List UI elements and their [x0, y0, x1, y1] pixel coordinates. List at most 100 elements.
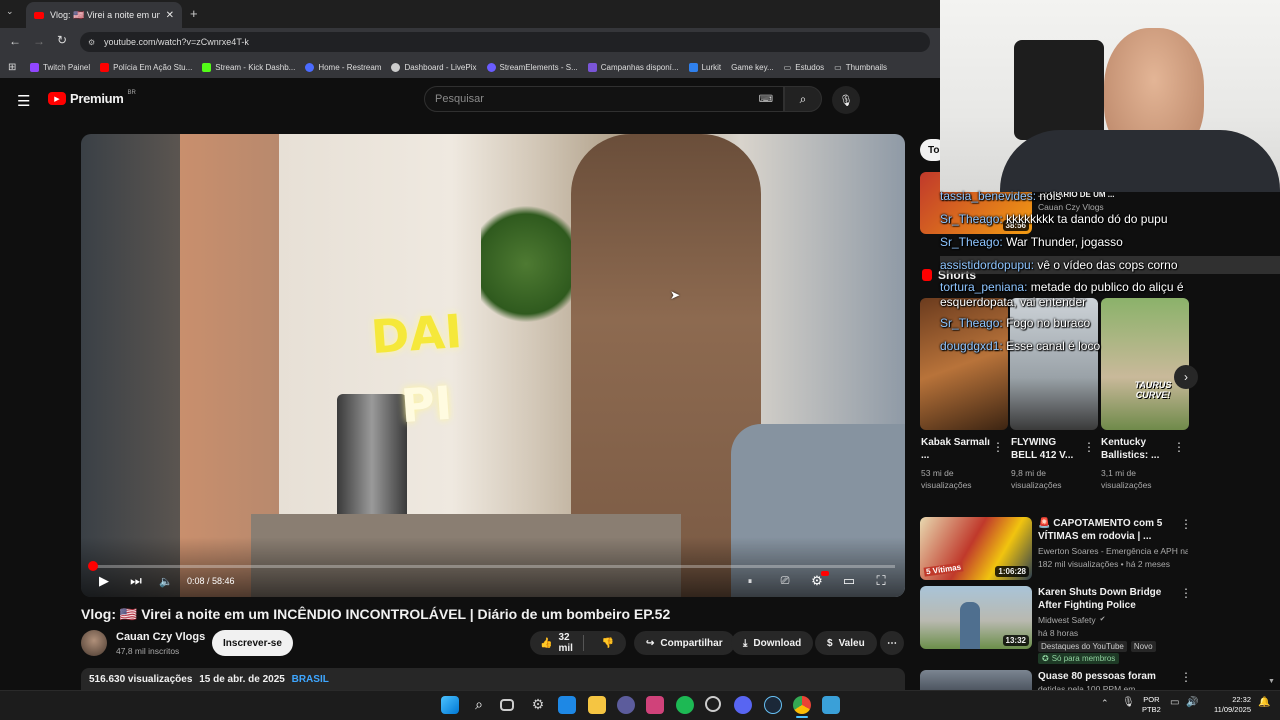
- tray-mic-icon[interactable]: 🎙: [1122, 697, 1135, 708]
- channel-name[interactable]: Cauan Czy Vlogs: [116, 631, 205, 643]
- tab-list-button[interactable]: ⌄: [6, 6, 20, 20]
- video-menu-2[interactable]: ⋮: [1180, 586, 1192, 600]
- more-actions-button[interactable]: ⋯: [880, 631, 904, 655]
- voice-search-button[interactable]: 🎙: [832, 86, 860, 114]
- tray-network-icon[interactable]: ▭: [1170, 697, 1179, 708]
- video-title-2[interactable]: Karen Shuts Down Bridge After Fighting P…: [1038, 586, 1176, 612]
- youtube-logo[interactable]: ▶ Premium BR: [48, 89, 136, 106]
- bookmark-livepix[interactable]: Dashboard - LivePix: [391, 62, 477, 72]
- share-button[interactable]: ↪ Compartilhar: [634, 631, 735, 655]
- whatsapp-icon[interactable]: [705, 696, 721, 712]
- bookmark-gamekey[interactable]: Game key...: [731, 63, 774, 72]
- hashtag-link[interactable]: BRASIL: [292, 674, 329, 685]
- video-channel-2[interactable]: Midwest Safety ✔: [1038, 614, 1106, 626]
- dislike-button[interactable]: 👎: [590, 638, 626, 649]
- thumbs-down-icon: 👎: [601, 637, 615, 649]
- bookmark-campanhas[interactable]: Campanhas disponí...: [587, 62, 679, 72]
- video-channel-1[interactable]: Ewerton Soares - Emergência e APH na ...: [1038, 545, 1188, 557]
- reload-icon[interactable]: ↻: [57, 33, 67, 47]
- short-menu-1[interactable]: ⋮: [992, 440, 1004, 454]
- shorts-next-button[interactable]: ›: [1174, 365, 1198, 389]
- bookmark-folder-estudos[interactable]: ▭ Estudos: [784, 63, 824, 72]
- subscribe-button[interactable]: Inscrever-se: [212, 630, 293, 656]
- photos-app-icon[interactable]: [558, 696, 576, 714]
- bookmark-streamelements[interactable]: StreamElements - S...: [486, 62, 578, 72]
- thanks-button[interactable]: $ Valeu: [815, 631, 877, 655]
- video-thumb-3[interactable]: [920, 670, 1032, 690]
- short-title-2[interactable]: FLYWING BELL 412 V...: [1011, 436, 1083, 462]
- site-info-icon[interactable]: ⚙: [88, 38, 95, 47]
- notification-icon[interactable]: 🔔: [1258, 697, 1270, 708]
- thanks-label: Valeu: [838, 637, 865, 649]
- file-explorer-icon[interactable]: [588, 696, 606, 714]
- like-count: 32 mil: [558, 632, 573, 654]
- forward-icon[interactable]: →: [33, 34, 45, 48]
- active-app-indicator: [796, 716, 808, 718]
- clock[interactable]: 22:32 11/09/2025: [1207, 695, 1251, 715]
- logo-text: Premium: [70, 91, 124, 106]
- video-title-1[interactable]: 🚨 CAPOTAMENTO com 5 VÍTIMAS em rodovia |…: [1038, 517, 1176, 543]
- short-title-3[interactable]: Kentucky Ballistics: ...: [1101, 436, 1171, 462]
- chat-message: Sr_Theago: Fogo no buraco: [940, 316, 1091, 330]
- search-button[interactable]: ⌕: [784, 86, 822, 112]
- video-title-3[interactable]: Quase 80 pessoas foram: [1038, 670, 1156, 683]
- short-title-1[interactable]: Kabak Sarmalı ...: [921, 436, 991, 462]
- menu-icon[interactable]: ☰: [17, 92, 30, 110]
- bookmark-policia[interactable]: Polícia Em Ação Stu...: [100, 62, 192, 72]
- download-icon: ⤓: [743, 637, 748, 649]
- progress-bar[interactable]: [91, 565, 895, 568]
- browser-tab[interactable]: Vlog: 🇺🇸 Virei a noite em um I ✕: [26, 2, 182, 28]
- tray-speaker-icon[interactable]: 🔊: [1186, 697, 1198, 708]
- bookmark-lurkit[interactable]: Lurkit: [688, 62, 721, 72]
- bookmark-folder-thumbnails[interactable]: ▭ Thumbnails: [834, 63, 887, 72]
- scrubber-handle[interactable]: [88, 561, 98, 571]
- download-button[interactable]: ⤓ Download: [731, 631, 814, 655]
- streamer-shirt: [1000, 130, 1280, 192]
- steam-icon[interactable]: [764, 696, 782, 714]
- tab-close-icon[interactable]: ✕: [166, 10, 174, 21]
- apps-grid-icon[interactable]: ⊞: [8, 62, 16, 73]
- url-field[interactable]: ⚙ youtube.com/watch?v=zCwnrxe4T-k: [80, 32, 930, 52]
- notepad-icon[interactable]: [822, 696, 840, 714]
- video-thumb-2[interactable]: 13:32: [920, 586, 1032, 649]
- short-menu-2[interactable]: ⋮: [1083, 440, 1095, 454]
- discord-icon[interactable]: [734, 696, 752, 714]
- windows-start-icon[interactable]: [441, 696, 459, 714]
- subscribe-label: Inscrever-se: [223, 637, 282, 649]
- like-button[interactable]: 👍 32 mil: [530, 632, 584, 654]
- video-thumb-1[interactable]: 5 Vítimas 1:06:28: [920, 517, 1032, 580]
- channel-avatar[interactable]: [81, 630, 107, 656]
- back-icon[interactable]: ←: [9, 34, 21, 48]
- short-menu-3[interactable]: ⋮: [1173, 440, 1185, 454]
- video-menu-1[interactable]: ⋮: [1180, 517, 1192, 531]
- autoplay-toggle[interactable]: ⏸: [740, 574, 760, 588]
- chrome-icon[interactable]: [793, 696, 811, 714]
- fullscreen-icon[interactable]: ⛶: [873, 572, 889, 590]
- taskbar-search-icon[interactable]: ⌕: [470, 696, 488, 714]
- bookmark-restream[interactable]: Home - Restream: [305, 62, 381, 72]
- video-menu-3[interactable]: ⋮: [1180, 670, 1192, 684]
- spotify-icon[interactable]: [676, 696, 694, 714]
- theater-mode-icon[interactable]: ▭: [840, 572, 858, 590]
- app-icon-purple[interactable]: [617, 696, 635, 714]
- region-code: BR: [127, 89, 136, 96]
- subtitles-icon[interactable]: ⎚: [777, 573, 793, 589]
- folder-icon: ▭: [834, 62, 842, 72]
- bookmark-twitch[interactable]: Twitch Painel: [30, 62, 90, 72]
- keyboard-language[interactable]: POR PTB2: [1142, 695, 1161, 715]
- tray-overflow-icon[interactable]: ⌃: [1101, 698, 1109, 709]
- app-icon-green[interactable]: [646, 696, 664, 714]
- short-thumb-3[interactable]: TAURUS CURVE!: [1101, 298, 1189, 430]
- scrollbar-down-arrow[interactable]: ▼: [1268, 678, 1275, 685]
- task-view-icon[interactable]: [500, 699, 514, 711]
- keyboard-icon[interactable]: ⌨: [759, 94, 773, 105]
- settings-app-icon[interactable]: ⚙: [529, 696, 547, 714]
- new-tab-button[interactable]: +: [190, 6, 198, 21]
- description-box[interactable]: 516.630 visualizações 15 de abr. de 2025…: [81, 668, 905, 692]
- play-button[interactable]: ▶: [96, 572, 112, 590]
- next-button[interactable]: ⏭: [128, 572, 144, 590]
- volume-icon[interactable]: 🔈: [158, 572, 174, 590]
- bookmark-kick[interactable]: Stream - Kick Dashb...: [202, 62, 295, 72]
- video-player[interactable]: DAI PI: [81, 134, 905, 597]
- search-input[interactable]: Pesquisar ⌨: [424, 86, 784, 112]
